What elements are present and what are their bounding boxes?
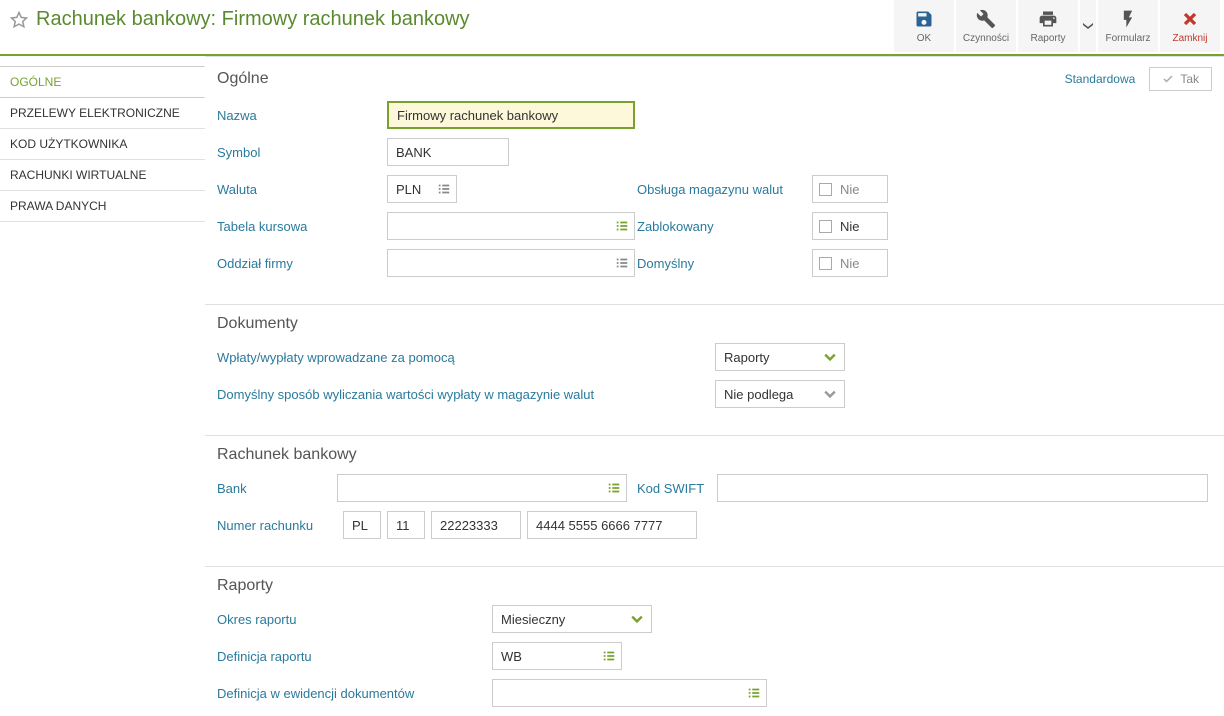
bank-input[interactable] xyxy=(337,474,627,502)
label-entry-method: Wpłaty/wypłaty wprowadzane za pomocą xyxy=(217,350,715,365)
label-rate-table: Tabela kursowa xyxy=(217,219,387,234)
save-icon xyxy=(914,9,934,29)
toolbar: OK Czynności Raporty Formularz Zamknij xyxy=(894,0,1224,52)
section-title-general: Ogólne xyxy=(217,70,1065,88)
list-picker-icon[interactable] xyxy=(437,182,451,196)
label-name: Nazwa xyxy=(217,108,387,123)
section-title-documents: Dokumenty xyxy=(217,315,1212,333)
reports-button[interactable]: Raporty xyxy=(1018,0,1078,52)
content: Ogólne Standardowa Tak Nazwa Symbol Walu… xyxy=(205,56,1224,716)
reports-dropdown-caret[interactable] xyxy=(1080,0,1096,52)
section-title-account: Rachunek bankowy xyxy=(217,446,1212,464)
list-picker-icon[interactable] xyxy=(747,686,761,700)
checkbox-icon xyxy=(819,257,832,270)
default-checkbox[interactable]: Nie xyxy=(812,249,888,277)
main: OGÓLNE PRZELEWY ELEKTRONICZNE KOD UŻYTKO… xyxy=(0,56,1224,716)
tab-general[interactable]: OGÓLNE xyxy=(0,66,205,98)
section-title-reports: Raporty xyxy=(217,577,1212,595)
label-account-number: Numer rachunku xyxy=(217,518,337,533)
favorite-star-icon[interactable] xyxy=(10,11,28,29)
account-country-input[interactable] xyxy=(343,511,381,539)
list-picker-icon[interactable] xyxy=(602,649,616,663)
actions-button[interactable]: Czynności xyxy=(956,0,1016,52)
label-report-def: Definicja raportu xyxy=(217,649,492,664)
docdef-input[interactable] xyxy=(492,679,767,707)
chevron-down-icon xyxy=(824,388,836,400)
chevron-down-icon xyxy=(631,613,643,625)
form-button[interactable]: Formularz xyxy=(1098,0,1158,52)
section-documents: Dokumenty Wpłaty/wypłaty wprowadzane za … xyxy=(205,304,1224,431)
section-general: Ogólne Standardowa Tak Nazwa Symbol Walu… xyxy=(205,56,1224,300)
tab-virtual[interactable]: RACHUNKI WIRTUALNE xyxy=(0,160,205,191)
sidebar: OGÓLNE PRZELEWY ELEKTRONICZNE KOD UŻYTKO… xyxy=(0,56,205,716)
label-swift: Kod SWIFT xyxy=(637,481,717,496)
close-button[interactable]: Zamknij xyxy=(1160,0,1220,52)
caret-down-icon xyxy=(1083,21,1093,31)
calc-method-dropdown[interactable]: Nie podlega xyxy=(715,380,845,408)
blocked-checkbox[interactable]: Nie xyxy=(812,212,888,240)
swift-input[interactable] xyxy=(717,474,1208,502)
account-part2-input[interactable] xyxy=(527,511,697,539)
label-symbol: Symbol xyxy=(217,145,387,160)
branch-input[interactable] xyxy=(387,249,635,277)
close-icon xyxy=(1180,9,1200,29)
warehouse-checkbox[interactable]: Nie xyxy=(812,175,888,203)
title-area: Rachunek bankowy: Firmowy rachunek banko… xyxy=(0,0,894,39)
check-icon xyxy=(1162,73,1174,85)
period-dropdown[interactable]: Miesieczny xyxy=(492,605,652,633)
section-toggle[interactable]: Tak xyxy=(1149,67,1212,91)
label-default: Domyślny xyxy=(637,256,812,271)
symbol-input[interactable] xyxy=(387,138,509,166)
view-badge[interactable]: Standardowa xyxy=(1065,72,1136,86)
wrench-icon xyxy=(976,9,996,29)
section-reports: Raporty Okres raportu Miesieczny Definic… xyxy=(205,566,1224,716)
page-title: Rachunek bankowy: Firmowy rachunek banko… xyxy=(36,8,470,31)
chevron-down-icon xyxy=(824,351,836,363)
section-account: Rachunek bankowy Bank Kod SWIFT Numer ra… xyxy=(205,435,1224,562)
label-period: Okres raportu xyxy=(217,612,492,627)
entry-method-dropdown[interactable]: Raporty xyxy=(715,343,845,371)
label-branch: Oddział firmy xyxy=(217,256,387,271)
lightning-icon xyxy=(1118,9,1138,29)
name-input[interactable] xyxy=(387,101,635,129)
tab-rights[interactable]: PRAWA DANYCH xyxy=(0,191,205,222)
tab-usercode[interactable]: KOD UŻYTKOWNIKA xyxy=(0,129,205,160)
list-picker-icon[interactable] xyxy=(615,219,629,233)
account-part1-input[interactable] xyxy=(431,511,521,539)
ok-button[interactable]: OK xyxy=(894,0,954,52)
printer-icon xyxy=(1038,9,1058,29)
account-check-input[interactable] xyxy=(387,511,425,539)
rate-table-input[interactable] xyxy=(387,212,635,240)
label-blocked: Zablokowany xyxy=(637,219,812,234)
list-picker-icon[interactable] xyxy=(615,256,629,270)
label-docdef: Definicja w ewidencji dokumentów xyxy=(217,686,492,701)
label-bank: Bank xyxy=(217,481,337,496)
label-calc-method: Domyślny sposób wyliczania wartości wypł… xyxy=(217,387,715,402)
label-warehouse: Obsługa magazynu walut xyxy=(637,182,812,197)
tab-transfers[interactable]: PRZELEWY ELEKTRONICZNE xyxy=(0,98,205,129)
checkbox-icon xyxy=(819,220,832,233)
list-picker-icon[interactable] xyxy=(607,481,621,495)
label-currency: Waluta xyxy=(217,182,387,197)
header: Rachunek bankowy: Firmowy rachunek banko… xyxy=(0,0,1224,56)
checkbox-icon xyxy=(819,183,832,196)
